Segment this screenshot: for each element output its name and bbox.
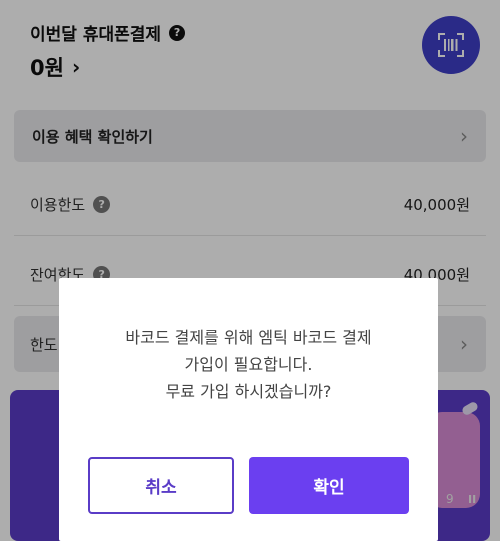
dialog-message-line: 무료 가입 하시겠습니까? (165, 382, 332, 401)
payment-page: 이번달 휴대폰결제 ? 0원 › 이용 혜택 확인하기 › 이용한도 ? 40,… (0, 0, 500, 541)
cancel-button[interactable]: 취소 (88, 457, 234, 514)
dialog-message: 바코드 결제를 위해 엠틱 바코드 결제 가입이 필요합니다. 무료 가입 하시… (59, 324, 438, 405)
dialog-message-line: 가입이 필요합니다. (184, 355, 313, 374)
dialog-message-line: 바코드 결제를 위해 엠틱 바코드 결제 (125, 328, 372, 347)
signup-confirm-dialog: 바코드 결제를 위해 엠틱 바코드 결제 가입이 필요합니다. 무료 가입 하시… (59, 278, 438, 541)
confirm-button[interactable]: 확인 (249, 457, 409, 514)
